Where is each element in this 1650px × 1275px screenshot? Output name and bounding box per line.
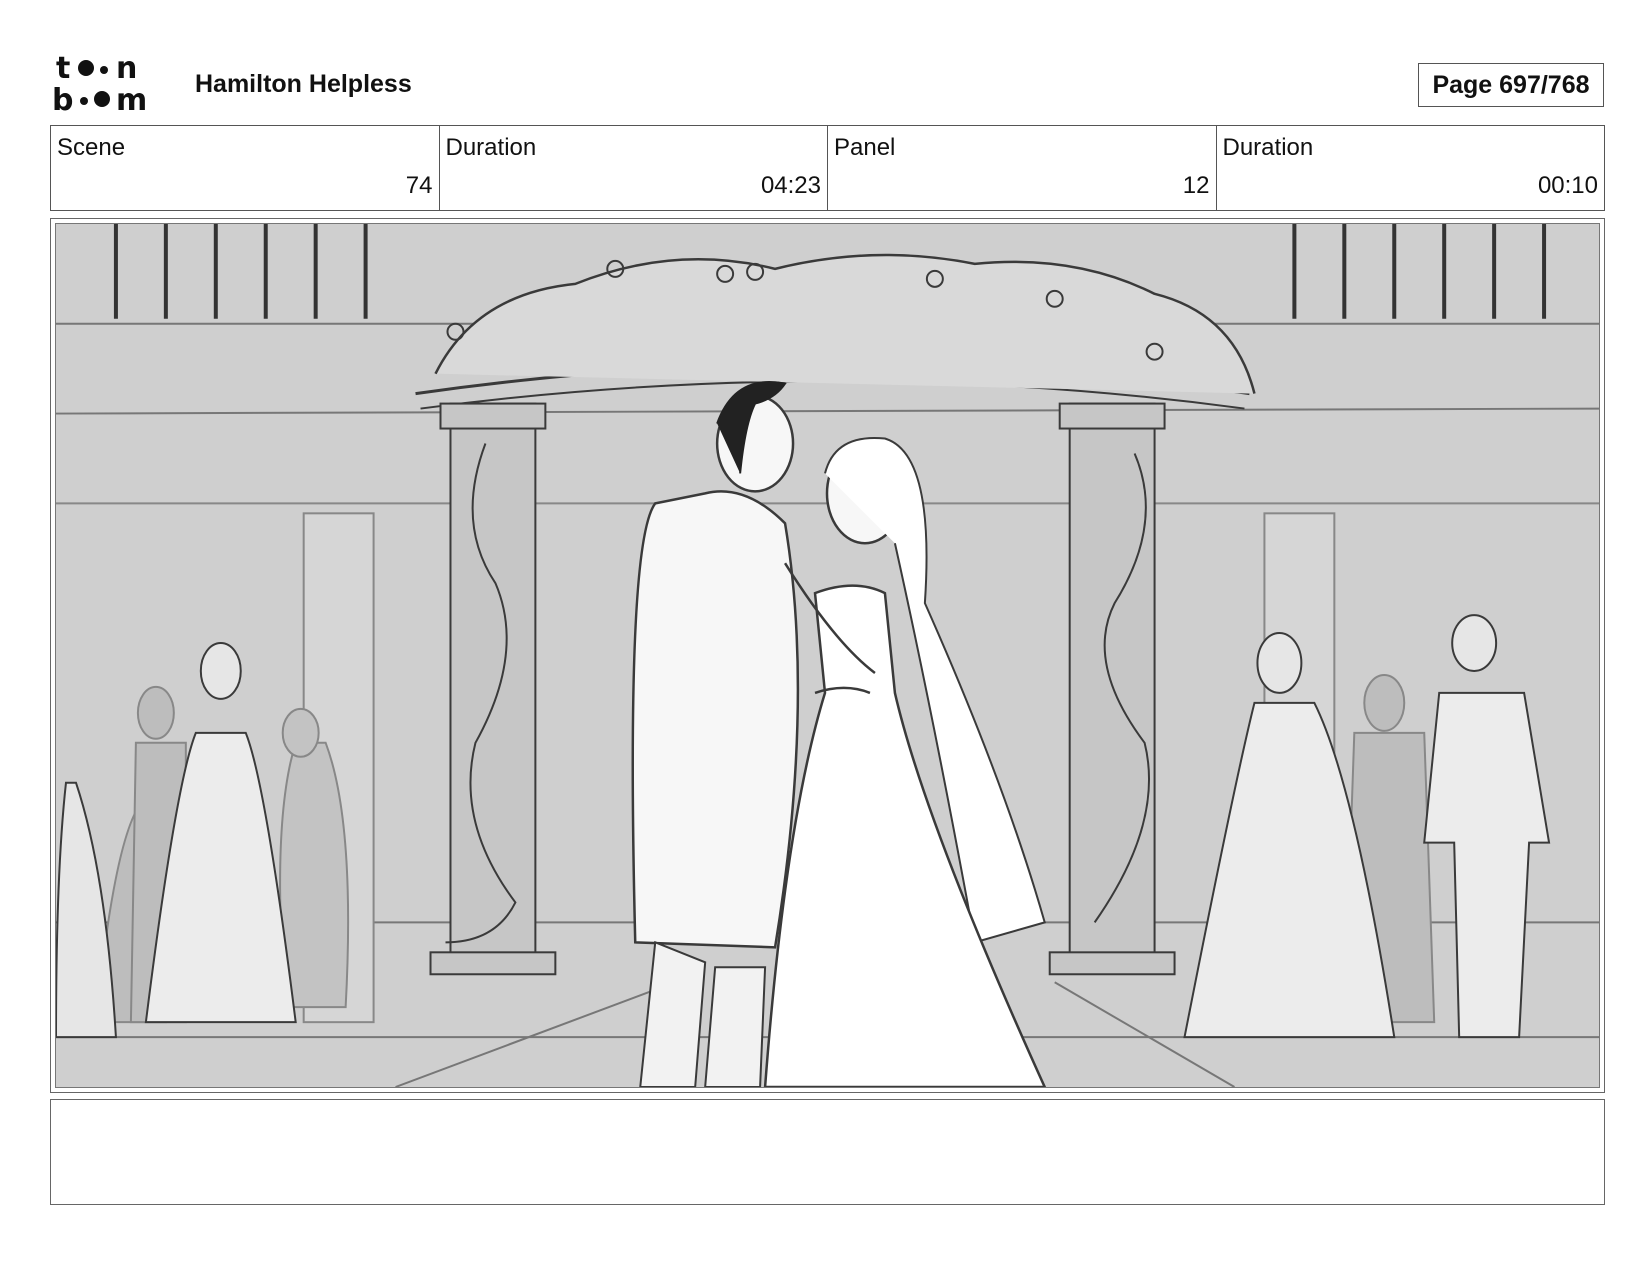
scene-duration-cell: Duration 04:23 <box>440 126 828 210</box>
project-title: Hamilton Helpless <box>195 70 412 98</box>
toon-boom-logo: t n b m <box>52 50 170 118</box>
panel-duration-cell: Duration 00:10 <box>1217 126 1605 210</box>
scene-value: 74 <box>405 172 433 199</box>
svg-text:b: b <box>52 83 73 116</box>
panel-artwork <box>55 223 1600 1088</box>
panel-duration-label: Duration <box>1222 134 1314 161</box>
panel-label: Panel <box>834 134 896 161</box>
scene-duration-value: 04:23 <box>760 172 821 199</box>
panel-duration-value: 00:10 <box>1537 172 1598 199</box>
svg-text:t: t <box>56 51 70 86</box>
info-table: Scene 74 Duration 04:23 Panel 12 Duratio… <box>50 125 1605 211</box>
page-counter: Page 697/768 <box>1418 63 1604 107</box>
panel-notes-box <box>50 1099 1605 1205</box>
scene-cell: Scene 74 <box>51 126 440 210</box>
panel-cell: Panel 12 <box>828 126 1217 210</box>
svg-text:n: n <box>116 51 137 86</box>
wedding-scene-sketch <box>56 224 1599 1087</box>
svg-text:m: m <box>116 83 147 116</box>
scene-duration-label: Duration <box>445 134 537 161</box>
scene-label: Scene <box>57 134 126 161</box>
panel-value: 12 <box>1182 172 1210 199</box>
storyboard-panel <box>50 218 1605 1093</box>
